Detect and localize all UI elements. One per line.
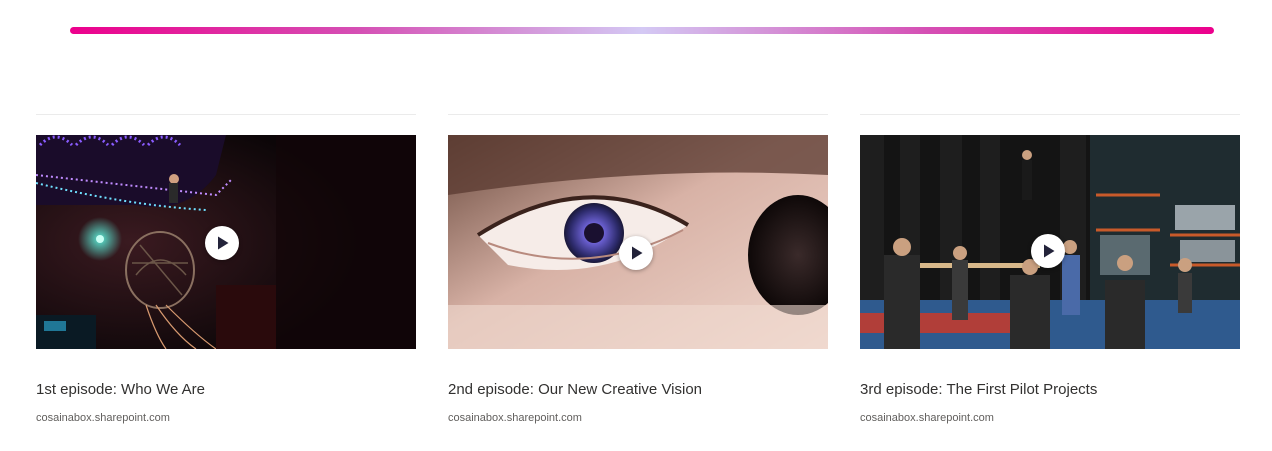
video-thumbnail[interactable] xyxy=(860,135,1240,349)
card-title[interactable]: 1st episode: Who We Are xyxy=(36,380,416,400)
play-button[interactable] xyxy=(619,236,653,270)
play-icon xyxy=(218,236,229,250)
play-button[interactable] xyxy=(205,226,239,260)
card-source-domain: cosainabox.sharepoint.com xyxy=(36,412,170,424)
gradient-divider xyxy=(70,27,1214,34)
card-title[interactable]: 2nd episode: Our New Creative Vision xyxy=(448,380,828,400)
video-thumbnail[interactable] xyxy=(36,135,416,349)
card-divider xyxy=(36,114,416,115)
card-source-domain: cosainabox.sharepoint.com xyxy=(448,412,582,424)
video-card[interactable]: 3rd episode: The First Pilot Projects co… xyxy=(860,114,1240,434)
card-source-domain: cosainabox.sharepoint.com xyxy=(860,412,994,424)
video-thumbnail[interactable] xyxy=(448,135,828,349)
card-title[interactable]: 3rd episode: The First Pilot Projects xyxy=(860,380,1240,400)
card-divider xyxy=(860,114,1240,115)
play-icon xyxy=(1044,244,1055,258)
card-divider xyxy=(448,114,828,115)
video-card[interactable]: 1st episode: Who We Are cosainabox.share… xyxy=(36,114,416,434)
play-button[interactable] xyxy=(1031,234,1065,268)
video-card[interactable]: 2nd episode: Our New Creative Vision cos… xyxy=(448,114,828,434)
video-card-list: 1st episode: Who We Are cosainabox.share… xyxy=(36,114,1240,434)
play-icon xyxy=(632,246,643,260)
